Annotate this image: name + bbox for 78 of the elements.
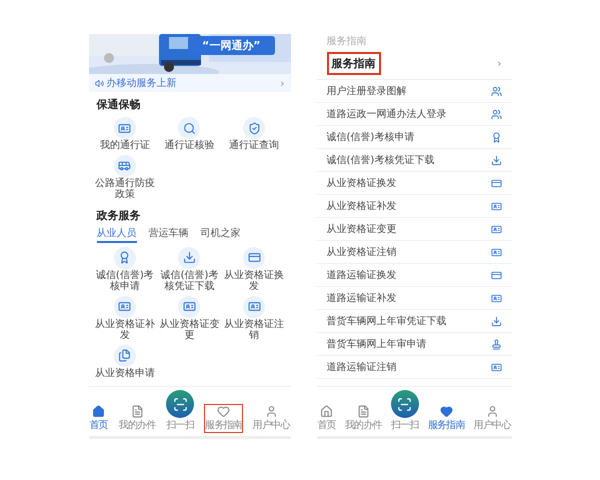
id-card-icon (243, 296, 266, 318)
guide-row[interactable]: 道路运输证补发 (316, 287, 512, 310)
user-icon (486, 405, 499, 418)
guide-row[interactable]: 诚信(信誉)考核凭证下载 (316, 149, 512, 172)
guide-row[interactable]: 诚信(信誉)考核申请 (316, 126, 512, 149)
home-icon (92, 405, 106, 418)
download-icon (178, 246, 200, 268)
nav-tab[interactable]: 我的办件 (118, 404, 156, 433)
guide-row[interactable]: 从业资格证换发 (316, 172, 512, 195)
nav-tab[interactable]: 首页 (88, 404, 109, 433)
guide-row[interactable]: 道路运输证注销 (316, 356, 512, 379)
guide-row[interactable]: 从业资格证变更 (316, 218, 512, 241)
stamp-icon (490, 338, 502, 350)
guide-row[interactable]: 从业资格证补发 (316, 195, 512, 218)
download-icon (490, 154, 502, 166)
banner-caption: “一网通办” (188, 36, 274, 55)
service-item[interactable]: 从业资格证补发 (92, 296, 158, 342)
id-card-icon (490, 246, 502, 258)
id-card-icon (178, 296, 200, 318)
service-item[interactable]: 通行证核验 (157, 117, 222, 152)
id-card-icon (490, 362, 502, 372)
users-icon (490, 86, 502, 96)
id-card-icon (114, 296, 136, 318)
page-title: 服务指南 (326, 34, 368, 48)
category-tab[interactable]: 司机之家 (200, 226, 240, 242)
guide-row[interactable]: 从业资格证注销 (316, 241, 512, 264)
service-item[interactable]: 我的通行证 (92, 117, 158, 152)
nav-tab[interactable]: 用户中心 (252, 404, 290, 433)
category-tab[interactable]: 从业人员 (96, 226, 136, 242)
guide-row[interactable]: 道路运政一网通办法人登录 (316, 103, 512, 126)
users-icon (490, 108, 502, 120)
nav-tab[interactable]: 首页 (316, 404, 337, 433)
speaker-icon (94, 78, 104, 88)
service-item[interactable]: 通行证查询 (222, 117, 286, 152)
id-card-icon (114, 117, 136, 139)
section-title: 保通保畅 (95, 97, 142, 113)
service-item[interactable]: 从业资格申请 (92, 344, 158, 379)
arrow-icon: › (280, 76, 284, 90)
guide-row[interactable]: 普货车辆网上年审凭证下载 (316, 310, 512, 333)
notice-bar[interactable]: 办移动服务上新 › (88, 74, 290, 92)
service-item[interactable]: 从业资格证注销 (222, 296, 286, 342)
category-tab[interactable]: 营运车辆 (148, 226, 188, 242)
service-item[interactable]: 从业资格证换发 (222, 246, 286, 292)
shield-icon (243, 117, 266, 139)
card-icon (490, 178, 502, 188)
card-icon (243, 246, 266, 268)
notice-text: 办移动服务上新 (106, 76, 178, 90)
document-icon (356, 405, 370, 418)
id-card-icon (490, 224, 502, 234)
nav-tab[interactable]: 用户中心 (472, 404, 512, 433)
guide-row[interactable]: 普货车辆网上年审申请 (316, 333, 512, 356)
heart-icon (440, 405, 453, 418)
user-icon (264, 405, 278, 418)
id-card-icon (490, 200, 502, 212)
card-icon (490, 270, 502, 280)
service-item[interactable]: 诚信(信誉)考核凭证下载 (157, 246, 222, 292)
bus-icon (114, 154, 136, 176)
nav-tab[interactable]: 我的办件 (344, 404, 383, 433)
chevron-icon: › (497, 57, 502, 70)
document-icon (114, 344, 136, 366)
id-card-icon (490, 292, 502, 304)
nav-tab[interactable]: 服务指南 (426, 404, 466, 433)
service-item[interactable]: 从业资格证变更 (157, 296, 222, 342)
scan-button[interactable]: 扫一扫 (390, 389, 420, 433)
nav-tab[interactable]: 服务指南 (204, 404, 243, 433)
service-item[interactable]: 诚信(信誉)考核申请 (92, 246, 158, 292)
guide-row[interactable]: 用户注册登录图解 (316, 80, 512, 103)
service-item[interactable]: 公路通行防疫政策 (92, 154, 158, 200)
download-icon (490, 316, 502, 326)
scan-button[interactable]: 扫一扫 (165, 389, 196, 433)
award-icon (490, 132, 502, 142)
section-title: 政务服务 (95, 208, 142, 224)
list-heading: 服务指南 (326, 52, 380, 75)
guide-row[interactable]: 道路运输证换发 (316, 264, 512, 287)
home-icon (320, 405, 334, 418)
document-icon (130, 405, 144, 418)
heart-icon (216, 405, 230, 418)
award-icon (114, 246, 136, 268)
